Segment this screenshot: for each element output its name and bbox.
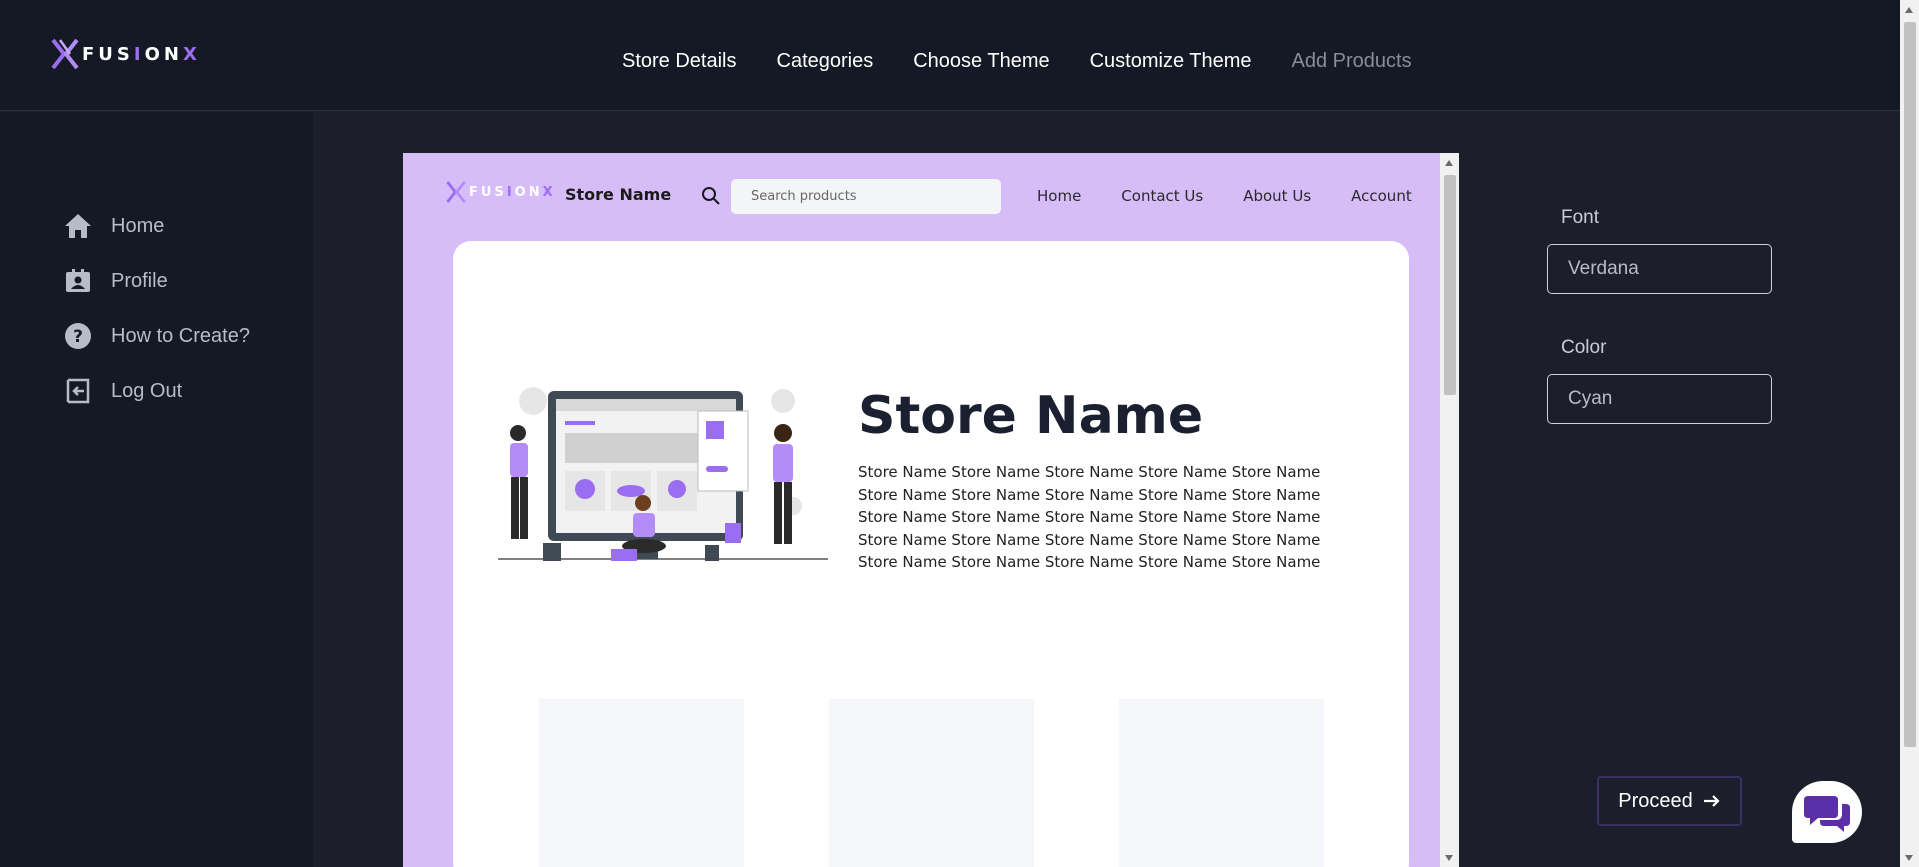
fusionx-wordmark: FUSIONX: [82, 43, 201, 65]
scroll-down-arrow-icon[interactable]: [1445, 855, 1453, 861]
product-card-placeholder[interactable]: [539, 699, 744, 867]
sidebar-item-profile[interactable]: Profile: [64, 267, 168, 295]
preview-logo: FUSIONX: [445, 179, 556, 205]
preview-nav-account[interactable]: Account: [1351, 187, 1412, 205]
arrow-right-icon: [1703, 795, 1720, 807]
page-scrollbar[interactable]: [1900, 0, 1919, 867]
preview-search-input[interactable]: [731, 179, 1001, 214]
color-select[interactable]: Cyan: [1547, 374, 1772, 424]
preview-scrollbar[interactable]: [1440, 153, 1459, 867]
chat-icon: [1804, 796, 1850, 832]
svg-text:?: ?: [73, 327, 83, 347]
product-card-placeholder[interactable]: [829, 699, 1034, 867]
hero-description: Store Name Store Name Store Name Store N…: [858, 461, 1338, 574]
sidebar-item-label: Home: [111, 214, 165, 237]
sidebar-item-label: Log Out: [111, 379, 183, 402]
sidebar-item-log-out[interactable]: Log Out: [64, 377, 182, 405]
sidebar-item-how-to-create[interactable]: ? How to Create?: [64, 322, 250, 350]
preview-nav-home[interactable]: Home: [1037, 187, 1081, 205]
sidebar-item-label: How to Create?: [111, 324, 250, 347]
profile-card-icon: [64, 267, 92, 295]
preview-scroll-thumb[interactable]: [1444, 175, 1456, 395]
product-card-placeholder[interactable]: [1119, 699, 1324, 867]
preview-store-name: Store Name: [565, 185, 672, 204]
fusionx-x-icon: [446, 180, 466, 204]
home-icon: [64, 212, 92, 240]
fusionx-logo[interactable]: FUSIONX: [50, 36, 201, 72]
preview-hero-card: Store Name Store Name Store Name Store N…: [453, 241, 1409, 867]
preview-nav: Home Contact Us About Us Account: [1037, 187, 1412, 205]
hero-description-line: Store Name Store Name Store Name Store N…: [858, 508, 1321, 526]
store-preview: FUSIONX Store Name Home Contact Us About…: [403, 153, 1459, 867]
scroll-down-arrow-icon[interactable]: [1905, 855, 1913, 861]
hero-title: Store Name: [858, 386, 1204, 446]
preview-nav-about-us[interactable]: About Us: [1243, 187, 1311, 205]
sidebar: Home Profile ? How to Create? Log Out: [0, 112, 313, 867]
logout-icon: [64, 377, 92, 405]
help-icon: ?: [64, 322, 92, 350]
step-choose-theme[interactable]: Choose Theme: [913, 50, 1049, 73]
sidebar-item-home[interactable]: Home: [64, 212, 164, 240]
page-scroll-thumb[interactable]: [1904, 22, 1916, 747]
fusionx-wordmark: FUSIONX: [469, 184, 556, 200]
step-customize-theme[interactable]: Customize Theme: [1090, 50, 1252, 73]
online-shopping-illustration: [498, 387, 828, 561]
scroll-up-arrow-icon[interactable]: [1445, 160, 1453, 166]
hero-description-line: Store Name Store Name Store Name Store N…: [858, 485, 1321, 504]
step-categories[interactable]: Categories: [777, 50, 874, 73]
font-label: Font: [1561, 207, 1600, 228]
search-icon[interactable]: [701, 186, 721, 206]
proceed-button[interactable]: Proceed: [1597, 776, 1742, 826]
fusionx-x-icon: [51, 38, 79, 70]
scroll-up-arrow-icon[interactable]: [1905, 7, 1913, 13]
sidebar-item-label: Profile: [111, 269, 168, 292]
step-nav: Store Details Categories Choose Theme Cu…: [622, 50, 1412, 73]
chat-button[interactable]: [1792, 781, 1862, 843]
color-label: Color: [1561, 337, 1607, 358]
preview-nav-contact-us[interactable]: Contact Us: [1121, 187, 1203, 205]
hero-description-line: Store Name Store Name Store Name Store N…: [858, 530, 1321, 549]
step-add-products[interactable]: Add Products: [1292, 50, 1412, 73]
hero-description-line: Store Name Store Name Store Name Store N…: [858, 553, 1321, 571]
top-bar: FUSIONX Store Details Categories Choose …: [0, 0, 1900, 111]
proceed-button-label: Proceed: [1618, 789, 1693, 812]
step-store-details[interactable]: Store Details: [622, 50, 737, 73]
font-select[interactable]: Verdana: [1547, 244, 1772, 294]
hero-description-line: Store Name Store Name Store Name Store N…: [858, 463, 1321, 481]
